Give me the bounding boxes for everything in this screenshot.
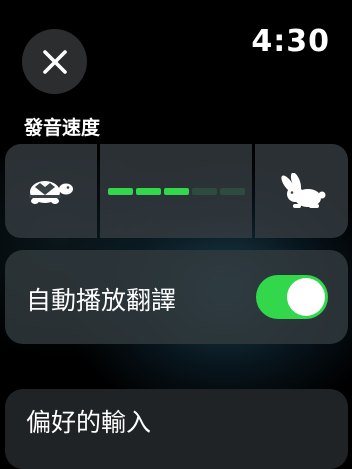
speed-level-segment bbox=[135, 187, 161, 195]
auto-play-row[interactable]: 自動播放翻譯 bbox=[5, 250, 348, 344]
close-icon bbox=[42, 49, 67, 74]
speed-level-indicator[interactable] bbox=[100, 144, 252, 238]
decrease-speed-button[interactable] bbox=[5, 144, 97, 238]
close-button[interactable] bbox=[22, 29, 87, 94]
preferred-input-row[interactable]: 偏好的輸入 bbox=[5, 389, 348, 469]
auto-play-label: 自動播放翻譯 bbox=[26, 286, 177, 315]
speed-level-segment bbox=[163, 187, 189, 195]
turtle-icon bbox=[29, 181, 73, 204]
rabbit-icon bbox=[280, 173, 325, 208]
preferred-input-label: 偏好的輸入 bbox=[26, 408, 152, 437]
speech-rate-label: 發音速度 bbox=[24, 117, 101, 139]
speed-level-segment bbox=[191, 187, 217, 195]
speech-rate-control bbox=[5, 144, 348, 238]
speed-level-segment bbox=[107, 187, 133, 195]
speed-level-segment bbox=[219, 187, 245, 195]
status-time: 4:30 bbox=[251, 24, 330, 59]
increase-speed-button[interactable] bbox=[255, 144, 348, 238]
auto-play-toggle[interactable] bbox=[256, 275, 328, 319]
toggle-knob bbox=[287, 278, 325, 316]
